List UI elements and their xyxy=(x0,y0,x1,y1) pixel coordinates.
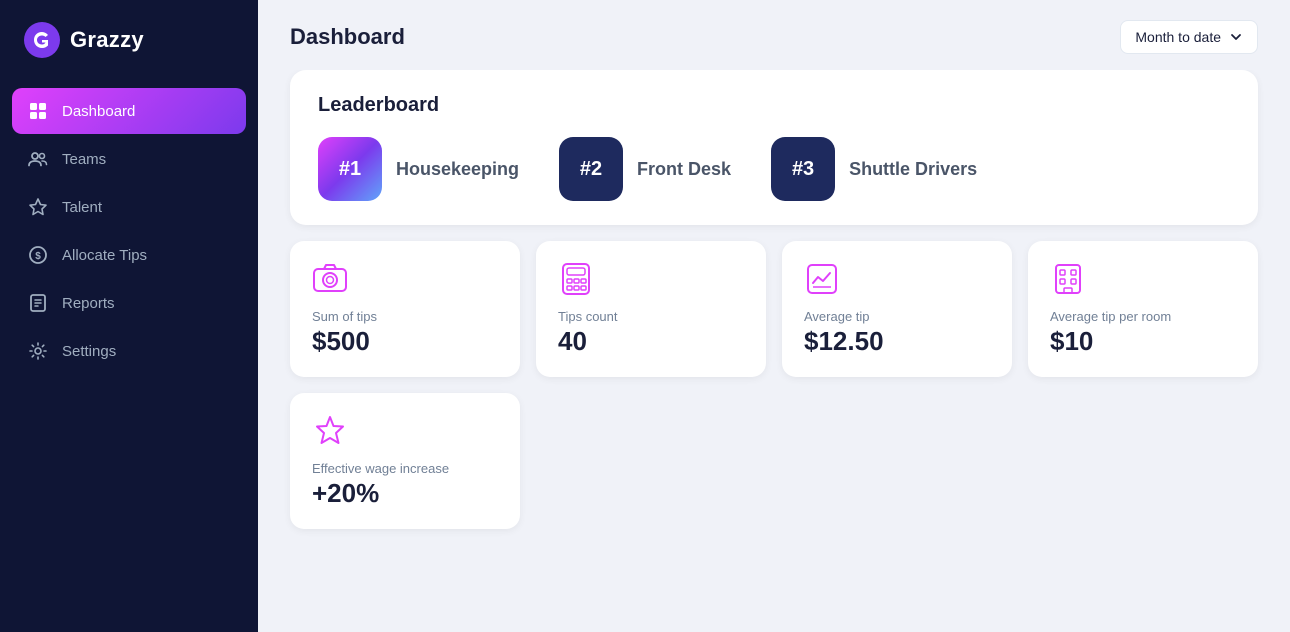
stat-card-sum-of-tips: Sum of tips $500 xyxy=(290,241,520,377)
leaderboard-title: Leaderboard xyxy=(318,94,1230,117)
leaderboard-item-2: #2 Front Desk xyxy=(559,137,731,201)
sidebar-item-allocate-tips-label: Allocate Tips xyxy=(62,247,147,264)
sidebar-item-settings-label: Settings xyxy=(62,343,116,360)
rank-name-1: Housekeeping xyxy=(396,159,519,180)
stat-label-sum-of-tips: Sum of tips xyxy=(312,309,498,324)
sidebar-item-settings[interactable]: Settings xyxy=(12,328,246,374)
stat-value-sum-of-tips: $500 xyxy=(312,326,498,357)
chart-report-icon xyxy=(804,261,840,297)
stat-label-tips-count: Tips count xyxy=(558,309,744,324)
sidebar-item-talent[interactable]: Talent xyxy=(12,184,246,230)
stat-card-effective-wage-increase: Effective wage increase +20% xyxy=(290,393,520,529)
svg-text:$: $ xyxy=(35,251,41,262)
rank-badge-3: #3 xyxy=(771,137,835,201)
logo-text: Grazzy xyxy=(70,27,144,53)
stat-label-average-tip-per-room: Average tip per room xyxy=(1050,309,1236,324)
rank-name-2: Front Desk xyxy=(637,159,731,180)
stat-label-effective-wage-increase: Effective wage increase xyxy=(312,461,498,476)
sidebar-item-talent-label: Talent xyxy=(62,199,102,216)
stat-value-average-tip: $12.50 xyxy=(804,326,990,357)
rank-badge-2: #2 xyxy=(559,137,623,201)
building-icon xyxy=(1050,261,1086,297)
leaderboard-items: #1 Housekeeping #2 Front Desk #3 Sh xyxy=(318,137,1230,201)
logo-area: Grazzy xyxy=(0,0,258,80)
leaderboard-card: Leaderboard #1 Housekeeping #2 Front Des… xyxy=(290,70,1258,225)
rank-badge-1: #1 xyxy=(318,137,382,201)
star-icon xyxy=(312,413,348,449)
chevron-down-icon xyxy=(1229,30,1243,44)
main-header: Dashboard Month to date xyxy=(258,0,1290,70)
sidebar-item-reports[interactable]: Reports xyxy=(12,280,246,326)
sidebar-nav: Dashboard Teams Talent xyxy=(0,80,258,632)
leaderboard-item-3: #3 Shuttle Drivers xyxy=(771,137,977,201)
settings-icon xyxy=(28,341,48,361)
date-filter-dropdown[interactable]: Month to date xyxy=(1120,20,1258,54)
teams-icon xyxy=(28,149,48,169)
sidebar-item-teams-label: Teams xyxy=(62,151,106,168)
talent-icon xyxy=(28,197,48,217)
dashboard-content: Leaderboard #1 Housekeeping #2 Front Des… xyxy=(258,70,1290,632)
reports-icon xyxy=(28,293,48,313)
leaderboard-item-1: #1 Housekeeping xyxy=(318,137,519,201)
stat-value-effective-wage-increase: +20% xyxy=(312,478,498,509)
stat-card-average-tip: Average tip $12.50 xyxy=(782,241,1012,377)
stat-value-average-tip-per-room: $10 xyxy=(1050,326,1236,357)
bottom-stats-row: Effective wage increase +20% xyxy=(290,393,1258,529)
stat-value-tips-count: 40 xyxy=(558,326,744,357)
sidebar-item-allocate-tips[interactable]: $ Allocate Tips xyxy=(12,232,246,278)
grazzy-logo-icon xyxy=(24,22,60,58)
main-content-area: Dashboard Month to date Leaderboard #1 H… xyxy=(258,0,1290,632)
stat-label-average-tip: Average tip xyxy=(804,309,990,324)
sidebar-item-dashboard[interactable]: Dashboard xyxy=(12,88,246,134)
sidebar: Grazzy Dashboard xyxy=(0,0,258,632)
date-filter-label: Month to date xyxy=(1135,29,1221,45)
rank-name-3: Shuttle Drivers xyxy=(849,159,977,180)
page-title: Dashboard xyxy=(290,24,405,50)
stats-grid: Sum of tips $500 Tips count xyxy=(290,241,1258,377)
camera-money-icon xyxy=(312,261,348,297)
dashboard-icon xyxy=(28,101,48,121)
calculator-icon xyxy=(558,261,594,297)
sidebar-item-dashboard-label: Dashboard xyxy=(62,103,135,120)
allocate-tips-icon: $ xyxy=(28,245,48,265)
stat-card-tips-count: Tips count 40 xyxy=(536,241,766,377)
sidebar-item-teams[interactable]: Teams xyxy=(12,136,246,182)
stat-card-average-tip-per-room: Average tip per room $10 xyxy=(1028,241,1258,377)
sidebar-item-reports-label: Reports xyxy=(62,295,115,312)
